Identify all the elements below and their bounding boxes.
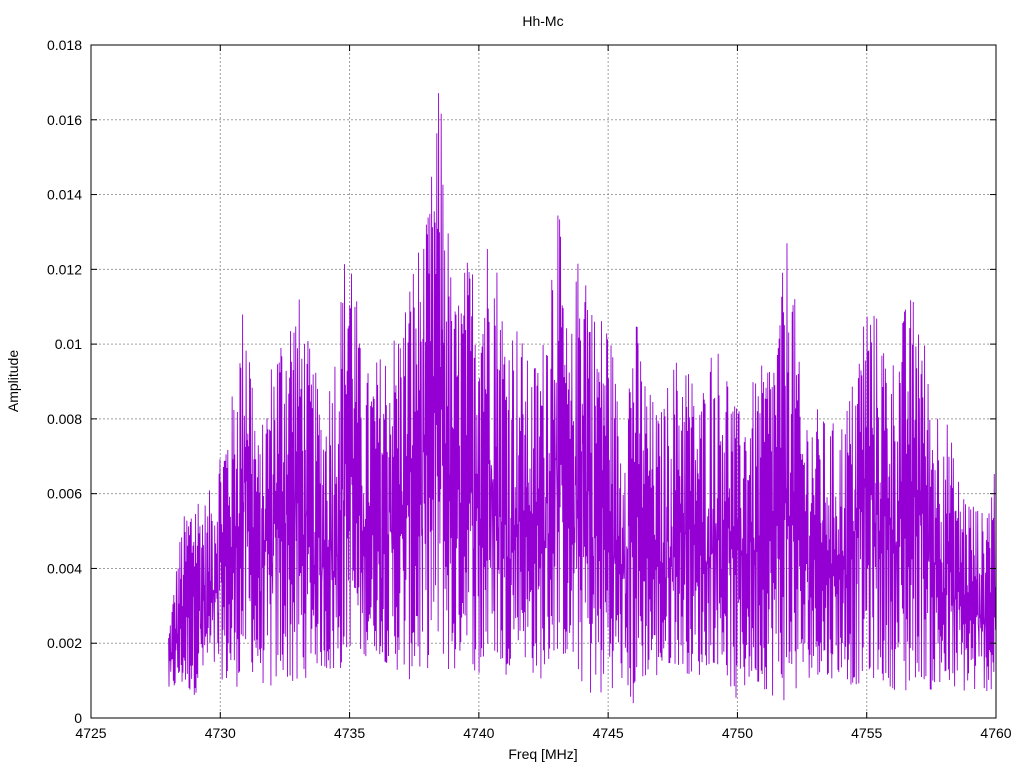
y-tick-label: 0.004 — [47, 560, 82, 576]
x-tick-label: 4735 — [334, 725, 365, 741]
x-tick-label: 4725 — [75, 725, 106, 741]
x-tick-label: 4740 — [463, 725, 494, 741]
spectrum-chart: 4725 4730 4735 4740 4745 4750 4755 4760 0 0.002 0.… — [0, 0, 1024, 768]
y-tick-label: 0.002 — [47, 635, 82, 651]
y-tick-label: 0.006 — [47, 486, 82, 502]
x-axis-label: Freq [MHz] — [508, 746, 577, 762]
x-tick-label: 4730 — [205, 725, 236, 741]
y-tick-label: 0.012 — [47, 261, 82, 277]
y-tick-label: 0.018 — [47, 37, 82, 53]
x-tick-label: 4755 — [851, 725, 882, 741]
x-tick-label: 4760 — [980, 725, 1011, 741]
y-tick-label: 0 — [74, 710, 82, 726]
y-tick-label: 0.016 — [47, 112, 82, 128]
chart-title: Hh-Mc — [522, 13, 563, 29]
y-tick-label: 0.014 — [47, 187, 82, 203]
y-tick-label: 0.008 — [47, 411, 82, 427]
x-tick-label: 4745 — [593, 725, 624, 741]
x-tick-label: 4750 — [722, 725, 753, 741]
y-tick-label: 0.01 — [55, 336, 82, 352]
y-axis-label: Amplitude — [5, 350, 21, 412]
